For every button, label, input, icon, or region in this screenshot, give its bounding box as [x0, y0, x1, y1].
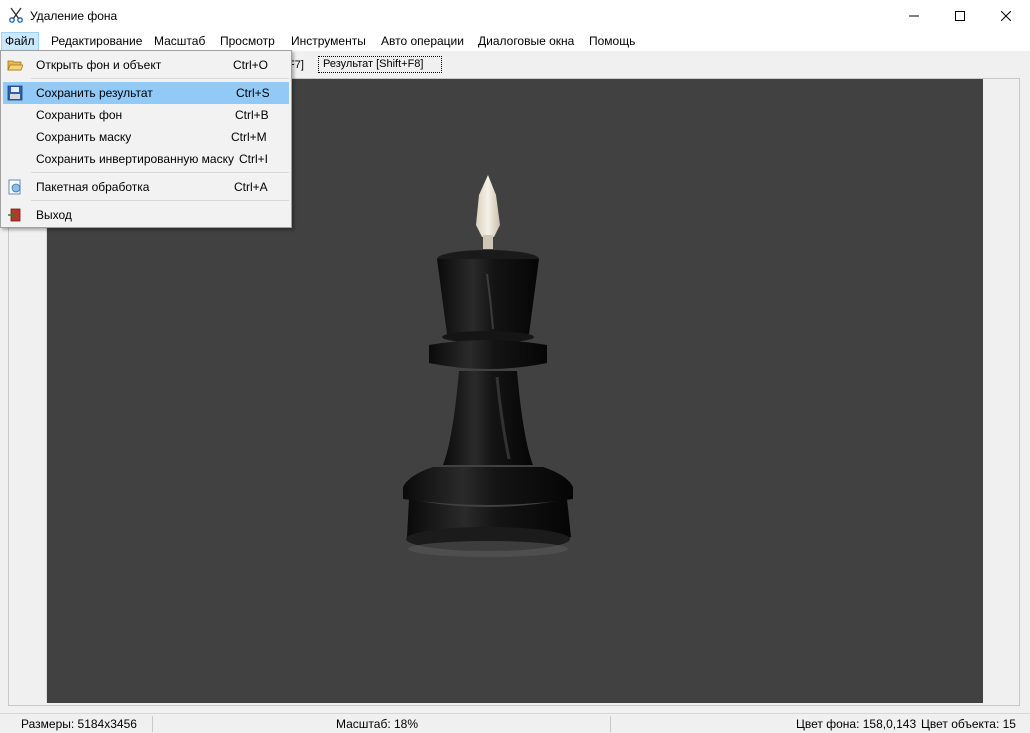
- menu-save-mask[interactable]: Сохранить маску Ctrl+M: [3, 126, 289, 148]
- title-bar: Удаление фона: [0, 0, 1030, 31]
- menu-save-result[interactable]: Сохранить результат Ctrl+S: [3, 82, 289, 104]
- menu-open-background-object[interactable]: Открыть фон и объект Ctrl+O: [3, 54, 289, 76]
- menu-save-background[interactable]: Сохранить фон Ctrl+B: [3, 104, 289, 126]
- file-menu-dropdown: Открыть фон и объект Ctrl+O Сохранить ре…: [0, 50, 292, 228]
- maximize-button[interactable]: [937, 0, 983, 31]
- floppy-disk-icon: [7, 85, 23, 101]
- status-object-color: Цвет объекта: 15: [921, 717, 1016, 731]
- status-zoom: Масштаб: 18%: [336, 717, 419, 731]
- minimize-button[interactable]: [891, 0, 937, 31]
- menu-bar: Файл Редактирование Масштаб Просмотр Инс…: [0, 31, 1030, 51]
- open-folder-icon: [7, 60, 23, 71]
- tab-result[interactable]: Результат [Shift+F8]: [318, 56, 442, 73]
- status-separator: [152, 716, 153, 732]
- status-bar: Размеры: 5184x3456 Масштаб: 18% Цвет фон…: [0, 713, 1030, 733]
- menu-zoom[interactable]: Масштаб: [150, 32, 209, 51]
- exit-door-icon: [8, 208, 21, 222]
- menu-file[interactable]: Файл: [1, 32, 39, 51]
- status-background-color: Цвет фона: 158,0,143: [796, 717, 917, 731]
- scissors-icon: [9, 7, 23, 23]
- minimize-icon: [909, 15, 919, 16]
- menu-help[interactable]: Помощь: [585, 32, 639, 51]
- menu-save-inverted-mask[interactable]: Сохранить инвертированную маску Ctrl+I: [3, 148, 289, 170]
- menu-view[interactable]: Просмотр: [216, 32, 279, 51]
- close-button[interactable]: [983, 0, 1029, 31]
- menu-separator: [31, 172, 289, 173]
- window-title: Удаление фона: [30, 9, 118, 23]
- menu-batch-processing[interactable]: Пакетная обработка Ctrl+A: [3, 176, 289, 198]
- menu-edit[interactable]: Редактирование: [47, 32, 146, 51]
- maximize-icon: [955, 10, 965, 21]
- menu-auto-operations[interactable]: Авто операции: [377, 32, 468, 51]
- menu-exit[interactable]: Выход: [3, 204, 289, 226]
- menu-separator: [31, 200, 289, 201]
- close-icon: [1001, 10, 1011, 21]
- status-separator: [610, 716, 611, 732]
- batch-process-icon: [8, 179, 21, 195]
- menu-tools[interactable]: Инструменты: [287, 32, 370, 51]
- status-size: Размеры: 5184x3456: [21, 717, 137, 731]
- menu-dialogs[interactable]: Диалоговые окна: [474, 32, 578, 51]
- menu-separator: [31, 78, 289, 79]
